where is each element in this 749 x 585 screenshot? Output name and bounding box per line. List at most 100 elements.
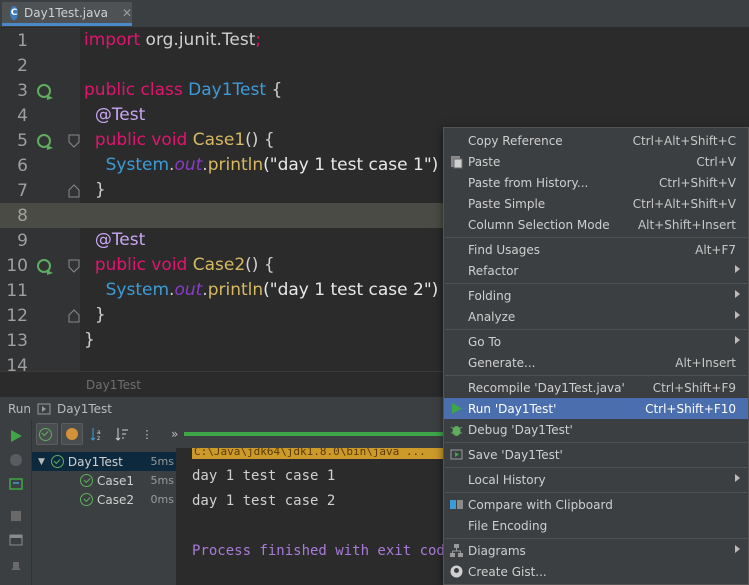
test-progress-bar bbox=[184, 432, 444, 436]
menu-item-paste[interactable]: Paste Ctrl+V bbox=[444, 151, 748, 172]
menu-separator bbox=[445, 467, 747, 468]
sort-alphabetically-button[interactable]: az bbox=[86, 423, 108, 445]
menu-item-save-config[interactable]: Save 'Day1Test' bbox=[444, 444, 748, 465]
sort-alpha-icon: az bbox=[90, 428, 101, 442]
github-icon bbox=[450, 565, 463, 578]
restore-layout-icon[interactable] bbox=[8, 532, 24, 548]
pin-icon[interactable] bbox=[8, 560, 24, 576]
submenu-arrow-icon bbox=[735, 474, 740, 482]
tree-item-case2[interactable]: Case2 0ms bbox=[32, 490, 176, 509]
run-icon bbox=[452, 403, 462, 414]
menu-item-compare-with-clipboard[interactable]: Compare with Clipboard bbox=[444, 494, 748, 515]
line-number: 9 bbox=[17, 231, 28, 251]
menu-item-generate[interactable]: Generate... Alt+Insert bbox=[444, 352, 748, 373]
fold-marker-icon[interactable] bbox=[68, 184, 80, 198]
menu-item-debug[interactable]: Debug 'Day1Test' bbox=[444, 419, 748, 440]
tab-day1test-java[interactable]: C Day1Test.java ✕ bbox=[2, 2, 132, 26]
fold-marker-icon[interactable] bbox=[68, 134, 80, 148]
code-line: 2 bbox=[0, 53, 749, 78]
code-token: out bbox=[174, 280, 203, 300]
code-line: 3 public class Day1Test { bbox=[0, 78, 749, 103]
dots-icon: ⋮ bbox=[141, 427, 153, 441]
menu-item-create-gist[interactable]: Create Gist... bbox=[444, 561, 748, 582]
test-duration: 5ms bbox=[150, 474, 174, 487]
code-token: ; bbox=[255, 30, 262, 50]
console-output[interactable]: C:\Java\jdk64\jdk1.8.0\bin\java ... day … bbox=[176, 448, 444, 585]
code-token: } bbox=[94, 180, 106, 200]
overflow-chevron-icon[interactable]: » bbox=[171, 427, 178, 441]
rerun-icon[interactable] bbox=[8, 428, 24, 444]
expand-arrow-icon[interactable]: ▼ bbox=[38, 457, 45, 467]
code-token: org.junit.Test bbox=[145, 30, 256, 50]
menu-item-paste-from-history[interactable]: Paste from History... Ctrl+Shift+V bbox=[444, 172, 748, 193]
menu-item-file-encoding[interactable]: File Encoding bbox=[444, 515, 748, 536]
menu-item-analyze[interactable]: Analyze bbox=[444, 306, 748, 327]
sort-duration-icon bbox=[115, 428, 128, 441]
menu-item-refactor[interactable]: Refactor bbox=[444, 260, 748, 281]
line-number: 4 bbox=[17, 106, 28, 126]
sort-by-duration-button[interactable] bbox=[111, 423, 133, 445]
code-token: public void bbox=[94, 130, 193, 150]
code-token: Case1 bbox=[192, 130, 246, 150]
close-icon[interactable]: ✕ bbox=[122, 6, 132, 20]
line-number: 5 bbox=[17, 131, 28, 151]
test-passed-icon bbox=[80, 493, 93, 506]
code-token: public void bbox=[94, 255, 193, 275]
menu-item-column-selection-mode[interactable]: Column Selection Mode Alt+Shift+Insert bbox=[444, 214, 748, 235]
tree-item-case1[interactable]: Case1 5ms bbox=[32, 471, 176, 490]
menu-separator bbox=[445, 329, 747, 330]
menu-separator bbox=[445, 442, 747, 443]
toggle-auto-test-icon[interactable] bbox=[8, 476, 24, 492]
more-options-button[interactable]: ⋮ bbox=[136, 423, 158, 445]
rerun-failed-icon[interactable] bbox=[8, 452, 24, 468]
test-toolbar: az ⋮ » bbox=[32, 420, 182, 448]
menu-separator bbox=[445, 237, 747, 238]
submenu-arrow-icon bbox=[735, 336, 740, 344]
tree-item-label: Case1 bbox=[97, 473, 135, 488]
menu-item-go-to[interactable]: Go To bbox=[444, 331, 748, 352]
test-duration: 5ms bbox=[150, 455, 174, 468]
diagram-icon bbox=[450, 544, 463, 557]
code-line: 1 import org.junit.Test; bbox=[0, 28, 749, 53]
fold-marker-icon[interactable] bbox=[68, 259, 80, 273]
run-test-gutter-icon[interactable] bbox=[36, 82, 54, 100]
menu-separator bbox=[445, 283, 747, 284]
submenu-arrow-icon bbox=[735, 265, 740, 273]
menu-separator bbox=[445, 538, 747, 539]
code-token: ("day 1 test case 2") bbox=[263, 280, 439, 300]
code-token: } bbox=[94, 305, 106, 325]
tree-item-day1test[interactable]: ▼ Day1Test 5ms bbox=[32, 452, 176, 471]
test-results-tree[interactable]: ▼ Day1Test 5ms Case1 5ms Case2 0ms bbox=[32, 448, 176, 585]
console-line: day 1 test case 2 bbox=[192, 493, 336, 509]
show-passed-button[interactable] bbox=[36, 423, 58, 445]
line-number: 6 bbox=[17, 156, 28, 176]
stop-icon[interactable] bbox=[8, 508, 24, 524]
code-token: System bbox=[105, 155, 170, 175]
menu-item-local-history[interactable]: Local History bbox=[444, 469, 748, 490]
line-number: 8 bbox=[17, 206, 28, 226]
menu-item-recompile[interactable]: Recompile 'Day1Test.java' Ctrl+Shift+F9 bbox=[444, 377, 748, 398]
menu-item-find-usages[interactable]: Find Usages Alt+F7 bbox=[444, 239, 748, 260]
code-token: @Test bbox=[94, 105, 146, 125]
breadcrumb-item[interactable]: Day1Test bbox=[86, 378, 141, 392]
code-token: } bbox=[84, 330, 95, 350]
code-token: println bbox=[207, 155, 264, 175]
menu-item-copy-reference[interactable]: Copy Reference Ctrl+Alt+Shift+C bbox=[444, 130, 748, 151]
run-test-gutter-icon[interactable] bbox=[36, 132, 54, 150]
show-ignored-button[interactable] bbox=[61, 423, 83, 445]
menu-item-diagrams[interactable]: Diagrams bbox=[444, 540, 748, 561]
menu-item-paste-simple[interactable]: Paste Simple Ctrl+Alt+Shift+V bbox=[444, 193, 748, 214]
fold-marker-icon[interactable] bbox=[68, 309, 80, 323]
compare-icon bbox=[450, 500, 463, 509]
menu-item-folding[interactable]: Folding bbox=[444, 285, 748, 306]
run-panel-title[interactable]: Day1Test bbox=[57, 402, 112, 416]
run-test-gutter-icon[interactable] bbox=[36, 257, 54, 275]
line-number: 7 bbox=[17, 181, 28, 201]
save-config-icon bbox=[450, 449, 463, 460]
tree-item-label: Day1Test bbox=[67, 454, 123, 469]
menu-item-run[interactable]: Run 'Day1Test' Ctrl+Shift+F10 bbox=[444, 398, 748, 419]
code-token: @Test bbox=[94, 230, 146, 250]
code-line: 4 @Test bbox=[0, 103, 749, 128]
line-number: 10 bbox=[6, 256, 28, 276]
line-number: 12 bbox=[6, 306, 28, 326]
